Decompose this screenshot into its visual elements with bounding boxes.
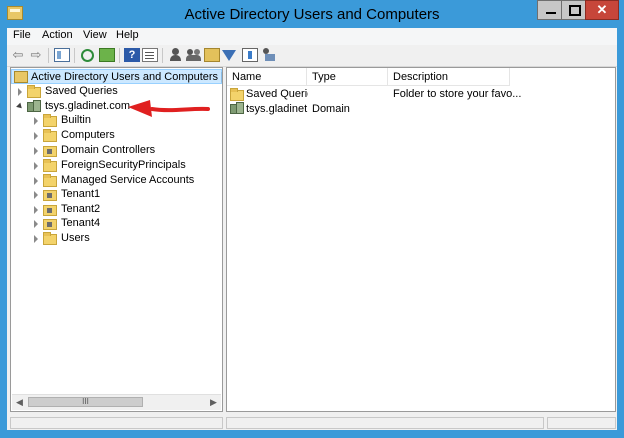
annotation-arrow: [128, 100, 210, 117]
aduc-window: Active Directory Users and Computers Fil…: [0, 0, 624, 438]
